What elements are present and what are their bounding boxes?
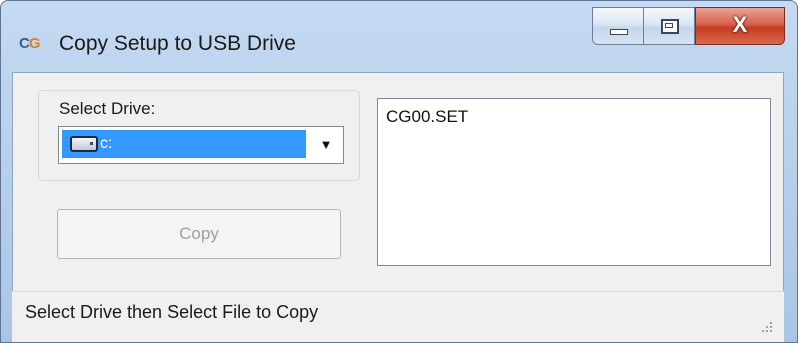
maximize-button[interactable] xyxy=(643,7,695,45)
file-listbox[interactable]: CG00.SET xyxy=(377,98,771,266)
minimize-button[interactable] xyxy=(592,7,643,45)
app-logo-icon[interactable]: CG xyxy=(19,34,47,54)
title-bar[interactable]: CG Copy Setup to USB Drive X xyxy=(1,1,797,71)
close-button[interactable]: X xyxy=(695,7,785,45)
application-window: CG Copy Setup to USB Drive X Select Driv… xyxy=(0,0,798,343)
maximize-icon xyxy=(661,19,679,34)
drive-select-value[interactable]: c: xyxy=(62,130,306,158)
select-drive-group: Select Drive: c: ▼ xyxy=(38,90,360,181)
resize-grip-icon[interactable] xyxy=(758,318,774,334)
minimize-icon xyxy=(610,29,628,35)
copy-button[interactable]: Copy xyxy=(57,209,341,259)
drive-select-text: c: xyxy=(100,135,113,152)
select-drive-label: Select Drive: xyxy=(59,99,156,118)
status-bar: Select Drive then Select File to Copy xyxy=(12,291,784,342)
window-title: Copy Setup to USB Drive xyxy=(59,32,296,55)
chevron-down-icon[interactable]: ▼ xyxy=(315,137,337,153)
close-icon: X xyxy=(732,12,748,37)
drive-select[interactable]: c: ▼ xyxy=(58,126,344,164)
hard-drive-icon xyxy=(70,136,98,152)
status-text: Select Drive then Select File to Copy xyxy=(25,302,319,322)
logo-letter-c: C xyxy=(19,35,30,52)
logo-letter-g: G xyxy=(28,35,41,52)
client-area: Select Drive: c: ▼ Copy CG00.SET xyxy=(12,72,784,292)
window-controls: X xyxy=(592,7,785,47)
list-item[interactable]: CG00.SET xyxy=(386,107,468,127)
